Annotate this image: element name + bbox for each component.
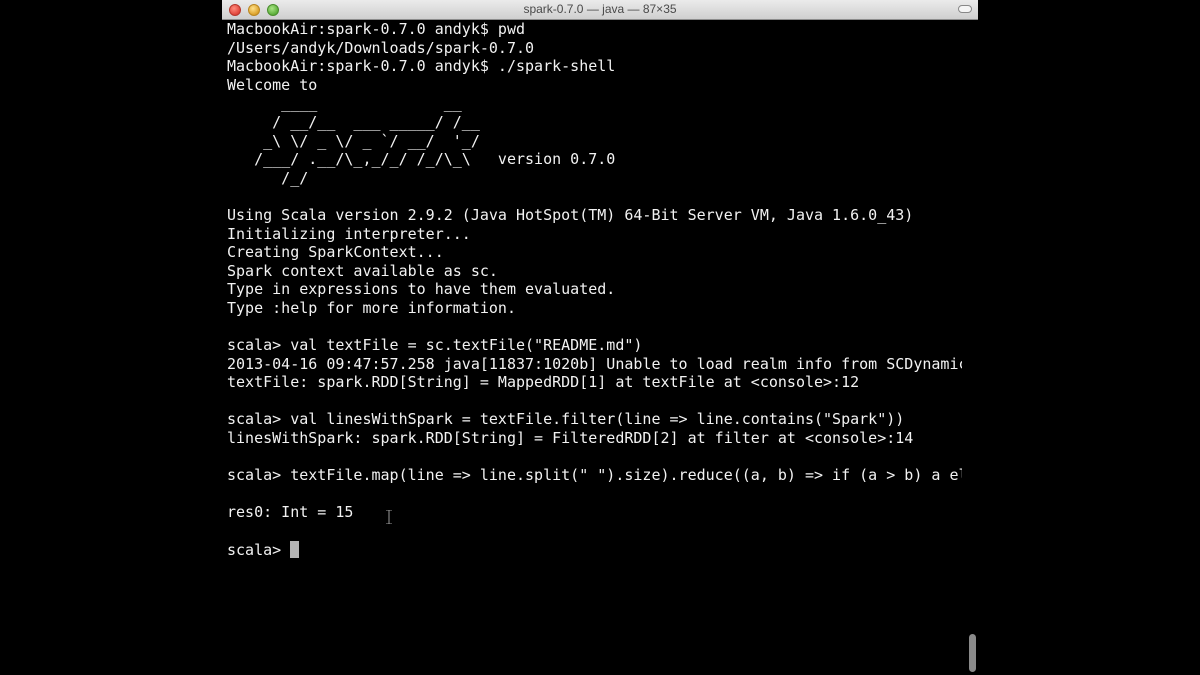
window-title: spark-0.7.0 — java — 87×35 [523,2,677,16]
terminal-line: scala> val linesWithSpark = textFile.fil… [227,410,905,429]
block-cursor [290,540,300,558]
terminal-line: / __/__ ___ _____/ /__ [227,112,480,131]
toolbar-toggle-icon[interactable] [958,5,972,13]
terminal-line: Type in expressions to have them evaluat… [227,280,616,299]
terminal-line: /Users/andyk/Downloads/spark-0.7.0 [227,38,535,57]
text-cursor-ibeam-icon [386,510,392,524]
terminal-line: Initializing interpreter... [227,224,471,243]
terminal-line: scala> textFile.map(line => line.split("… [227,466,962,485]
terminal-line: scala> val textFile = sc.textFile("READM… [227,336,643,355]
title-bar[interactable]: spark-0.7.0 — java — 87×35 [222,0,978,20]
terminal-line: /___/ .__/\_,_/_/ /_/\_\ version 0.7.0 [227,150,616,169]
terminal-line: linesWithSpark: spark.RDD[String] = Filt… [227,429,914,448]
terminal-line: /_/ [227,168,309,187]
terminal-line: res0: Int = 15 [227,503,354,522]
scrollbar[interactable] [966,20,978,675]
terminal-line: textFile: spark.RDD[String] = MappedRDD[… [227,373,860,392]
terminal-line: Welcome to [227,75,318,94]
terminal-line: _\ \/ _ \/ _ `/ __/ '_/ [227,131,480,150]
terminal-line: MacbookAir:spark-0.7.0 andyk$ pwd [227,20,526,38]
terminal-output[interactable]: MacbookAir:spark-0.7.0 andyk$ pwd/Users/… [227,20,962,675]
terminal-line: Creating SparkContext... [227,243,444,262]
terminal-window: spark-0.7.0 — java — 87×35 MacbookAir:sp… [222,0,978,675]
terminal-line: Type :help for more information. [227,298,516,317]
scrollbar-thumb[interactable] [969,634,976,672]
terminal-line: ____ __ [227,94,462,113]
terminal-line: 2013-04-16 09:47:57.258 java[11837:1020b… [227,354,962,373]
prompt-line[interactable]: scala> [227,540,962,560]
scala-prompt: scala> [227,540,291,559]
terminal-line: Spark context available as sc. [227,261,498,280]
terminal-line: MacbookAir:spark-0.7.0 andyk$ ./spark-sh… [227,57,616,76]
terminal-line: Using Scala version 2.9.2 (Java HotSpot(… [227,205,914,224]
